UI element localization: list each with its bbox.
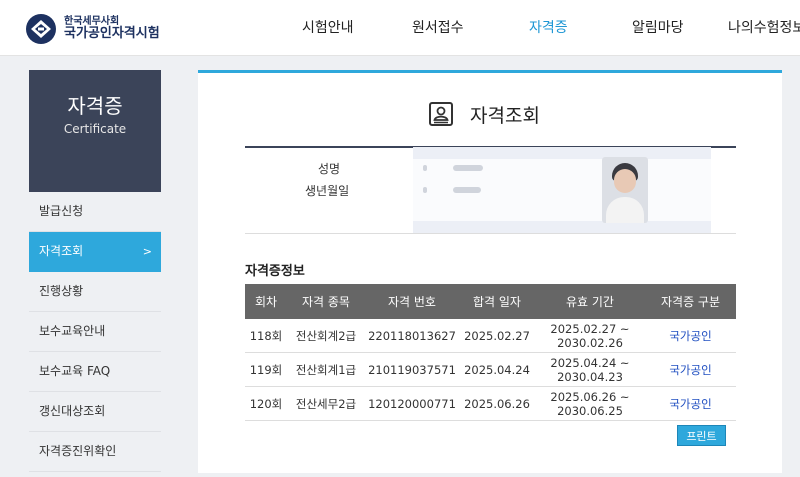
print-button[interactable]: 프린트 [677, 425, 726, 446]
sidebar-title: 자격증 [67, 94, 123, 118]
nav-application[interactable]: 원서접수 [412, 17, 464, 37]
cell-item: 전산회계2급 [295, 328, 357, 343]
cell-number: 210119037571 [368, 362, 456, 377]
column-header-validity: 유효 기간 [566, 295, 614, 309]
sidebar-item-label: 자격조회 [39, 244, 84, 258]
column-header-item: 자격 종목 [302, 295, 350, 309]
valid-from: 2025.06.26 ~ [550, 389, 630, 404]
main-nav: 시험안내 원서접수 자격증 알림마당 나의수험정보 [0, 17, 800, 37]
cell-round: 120회 [249, 396, 283, 411]
sidebar-subtitle: Certificate [63, 122, 127, 136]
valid-from: 2025.04.24 ~ [550, 355, 630, 370]
sidebar-item-issue-request[interactable]: 발급신청 [29, 192, 161, 232]
cell-validity: 2025.02.27 ~ 2030.02.26 [535, 319, 645, 352]
nav-exam-info[interactable]: 시험안내 [302, 17, 354, 37]
valid-to: 2030.06.25 [557, 403, 623, 418]
cell-validity: 2025.04.24 ~ 2030.04.23 [535, 353, 645, 386]
table-row: 120회 전산세무2급 120120000771 2025.06.26 2025… [245, 387, 736, 421]
cell-pass-date: 2025.02.27 [464, 328, 530, 343]
sidebar-item-renewal-inquiry[interactable]: 갱신대상조회 [29, 392, 161, 432]
cell-validity: 2025.06.26 ~ 2030.06.25 [535, 387, 645, 420]
nav-notice[interactable]: 알림마당 [632, 17, 684, 37]
content-panel: 자격조회 성명 생년월일 자격증정보 회차 자격 종목 자격 번호 합격 일자 … [198, 70, 782, 473]
nav-certificate[interactable]: 자격증 [529, 17, 568, 37]
cert-info-title: 자격증정보 [245, 264, 305, 279]
name-label: 성명 [318, 162, 341, 176]
page-title: 자격조회 [428, 98, 540, 130]
page-title-text: 자격조회 [470, 104, 540, 127]
valid-to: 2030.04.23 [557, 369, 623, 384]
id-card-icon [429, 102, 453, 126]
table-row: 118회 전산회계2급 220118013627 2025.02.27 2025… [245, 319, 736, 353]
cert-table: 회차 자격 종목 자격 번호 합격 일자 유효 기간 자격증 구분 118회 전… [245, 284, 736, 421]
valid-from: 2025.02.27 ~ [550, 321, 630, 336]
sidebar-item-authenticity-check[interactable]: 자격증진위확인 [29, 432, 161, 472]
table-header: 회차 자격 종목 자격 번호 합격 일자 유효 기간 자격증 구분 [245, 284, 736, 319]
nav-my-exam-info[interactable]: 나의수험정보 [728, 17, 800, 37]
cell-item: 전산세무2급 [295, 396, 357, 411]
cert-type-link[interactable]: 국가공인 [645, 387, 736, 420]
site-header: 한국세무사회 국가공인자격시험 시험안내 원서접수 자격증 알림마당 나의수험정… [0, 0, 800, 56]
cell-item: 전산회계1급 [295, 362, 357, 377]
cert-type-link[interactable]: 국가공인 [645, 319, 736, 352]
birthdate-label: 생년월일 [305, 184, 350, 198]
column-header-type: 자격증 구분 [660, 295, 720, 309]
cert-type-link[interactable]: 국가공인 [645, 353, 736, 386]
column-header-number: 자격 번호 [388, 295, 436, 309]
sidebar-item-education-guide[interactable]: 보수교육안내 [29, 312, 161, 352]
column-header-round: 회차 [254, 295, 278, 309]
sidebar-item-education-faq[interactable]: 보수교육 FAQ [29, 352, 161, 392]
cell-number: 220118013627 [368, 328, 456, 343]
column-header-pass-date: 합격 일자 [473, 295, 521, 309]
cell-number: 120120000771 [368, 396, 456, 411]
sidebar-item-cert-inquiry[interactable]: 자격조회 > [29, 232, 161, 272]
cell-round: 118회 [249, 328, 283, 343]
redacted-personal-info [413, 147, 711, 233]
cell-pass-date: 2025.04.24 [464, 362, 530, 377]
profile-photo [602, 157, 648, 223]
cell-round: 119회 [249, 362, 283, 377]
sidebar-item-progress[interactable]: 진행상황 [29, 272, 161, 312]
valid-to: 2030.02.26 [557, 335, 623, 350]
info-divider [245, 233, 736, 234]
sidebar-header: 자격증 Certificate [29, 70, 161, 192]
sidebar: 자격증 Certificate 발급신청 자격조회 > 진행상황 보수교육안내 … [29, 70, 161, 472]
table-row: 119회 전산회계1급 210119037571 2025.04.24 2025… [245, 353, 736, 387]
cell-pass-date: 2025.06.26 [464, 396, 530, 411]
chevron-right-icon: > [142, 245, 152, 258]
